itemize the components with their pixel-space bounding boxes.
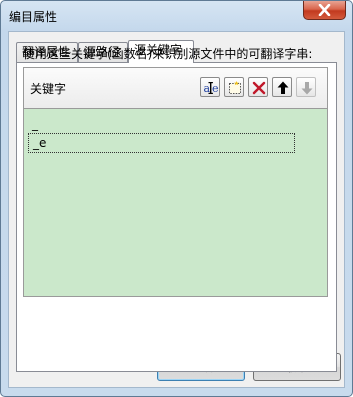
keyword-text: _e xyxy=(33,136,47,150)
instruction-text: 使用这些关键字(函数名)来识别源文件中的可翻译字串: xyxy=(23,47,313,61)
move-down-icon xyxy=(301,82,313,95)
delete-keyword-button[interactable] xyxy=(248,77,268,97)
keyword-list-body[interactable]: _ _e xyxy=(24,109,327,296)
close-button[interactable] xyxy=(303,1,346,20)
rename-icon: a e xyxy=(204,82,219,95)
svg-text:e: e xyxy=(212,82,219,95)
keyword-row-selected[interactable]: _e xyxy=(28,133,295,153)
move-up-button[interactable] xyxy=(272,77,292,97)
delete-icon xyxy=(252,81,266,95)
keyword-row[interactable]: _ xyxy=(28,115,295,135)
new-item-icon xyxy=(229,81,241,94)
close-icon xyxy=(318,4,331,16)
new-keyword-button[interactable] xyxy=(224,77,244,97)
rename-keyword-button[interactable]: a e xyxy=(200,77,220,97)
keyword-text: _ xyxy=(32,117,38,131)
window-title: 编目属性 xyxy=(9,10,58,24)
move-down-button[interactable] xyxy=(296,77,316,97)
title-bar[interactable]: 编目属性 xyxy=(1,1,352,31)
keyword-list-header: 关键字 a e xyxy=(24,68,327,109)
move-up-icon xyxy=(277,81,289,94)
keyword-list: 关键字 a e _ _e xyxy=(23,67,328,297)
keyword-column-label: 关键字 xyxy=(30,82,67,96)
dialog-window: 编目属性 翻译属性 源路径 源关键字 使用这些关键字(函数名)来识别源文件中的可… xyxy=(0,0,353,397)
